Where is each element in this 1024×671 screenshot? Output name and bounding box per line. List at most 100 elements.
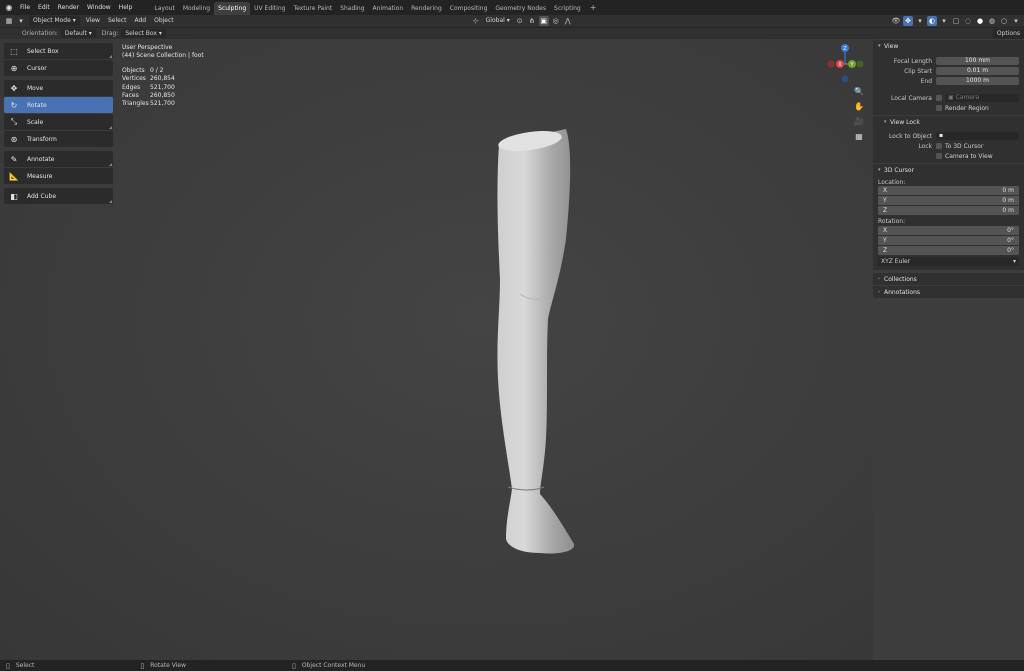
clip-end-field[interactable]: 1000 m [936, 77, 1019, 85]
tool-annotate[interactable]: ✎ Annotate [4, 151, 113, 167]
menu-add[interactable]: Add [130, 16, 150, 26]
pan-hand-icon[interactable]: ✋ [853, 100, 865, 112]
menu-file[interactable]: File [16, 0, 34, 15]
options-button[interactable]: Options [992, 29, 1024, 39]
visibility-icon[interactable]: 👁 [891, 16, 901, 26]
gizmo-neg-y[interactable] [856, 60, 864, 68]
tab-layout[interactable]: Layout [150, 2, 178, 15]
tool-select-box[interactable]: ⬚ Select Box [4, 43, 113, 59]
xray-toggle-icon[interactable]: ▢ [951, 16, 961, 26]
clip-start-field[interactable]: 0.01 m [936, 67, 1019, 75]
tool-rotate[interactable]: ↻ Rotate [4, 97, 113, 113]
gizmo-neg-z[interactable] [841, 75, 849, 83]
view-lock-section-header[interactable]: ▾ View Lock [873, 116, 1024, 128]
3d-viewport[interactable] [0, 39, 873, 660]
zoom-icon[interactable]: 🔍 [853, 85, 865, 97]
tab-animation[interactable]: Animation [369, 2, 408, 15]
field-label: Lock to Object [888, 132, 932, 140]
render-region-checkbox[interactable] [936, 105, 942, 111]
camera-to-view-row[interactable]: Camera to View [873, 151, 1024, 161]
tool-label: Transform [27, 135, 57, 143]
camera-to-view-checkbox[interactable] [936, 153, 942, 159]
location-x-field[interactable]: X 0 m [878, 186, 1019, 195]
tab-texture-paint[interactable]: Texture Paint [289, 2, 336, 15]
annotations-section-header[interactable]: › Annotations [873, 286, 1024, 298]
menu-edit[interactable]: Edit [34, 0, 54, 15]
3d-cursor-section-header[interactable]: ▾ 3D Cursor [873, 164, 1024, 176]
tool-move[interactable]: ✥ Move [4, 80, 113, 96]
tab-uv-editing[interactable]: UV Editing [250, 2, 289, 15]
menu-render[interactable]: Render [54, 0, 83, 15]
menu-help[interactable]: Help [115, 0, 137, 15]
tab-compositing[interactable]: Compositing [446, 2, 492, 15]
navigation-gizmo[interactable]: Z Y X [826, 42, 870, 86]
editor-type-icon[interactable]: ▦ [4, 16, 14, 26]
rotation-z-field[interactable]: Z 0° [878, 246, 1019, 255]
tool-scale[interactable]: ⤡ Scale [4, 114, 113, 130]
focal-length-field[interactable]: 100 mm [936, 57, 1019, 65]
rotation-x-field[interactable]: X 0° [878, 226, 1019, 235]
to-3d-cursor-checkbox[interactable] [936, 143, 942, 149]
overlays-dropdown-icon[interactable]: ▾ [939, 16, 949, 26]
rotation-y-field[interactable]: Y 0° [878, 236, 1019, 245]
local-camera-field[interactable]: ▣ Camera [945, 94, 1019, 102]
stat-key: Objects [122, 66, 145, 74]
orientation-dropdown[interactable]: Default ▾ [60, 29, 96, 38]
pivot-point-icon[interactable]: ⊙ [515, 16, 525, 26]
render-region-row[interactable]: Render Region [873, 103, 1024, 113]
location-y-field[interactable]: Y 0 m [878, 196, 1019, 205]
proportional-edit-icon[interactable]: ◎ [551, 16, 561, 26]
tab-sculpting[interactable]: Sculpting [214, 2, 251, 15]
move-icon: ✥ [10, 83, 18, 93]
field-label: Clip Start [904, 67, 932, 75]
view-section-header[interactable]: ▾ View [873, 40, 1024, 52]
camera-view-icon[interactable]: 🎥 [853, 115, 865, 127]
local-camera-checkbox[interactable] [936, 95, 942, 101]
add-workspace-button[interactable]: + [585, 3, 602, 12]
axis-value: 0° [1007, 227, 1014, 234]
tool-add-cube[interactable]: ◧ Add Cube [4, 188, 113, 204]
tab-rendering[interactable]: Rendering [407, 2, 446, 15]
tool-measure[interactable]: 📐 Measure [4, 168, 113, 184]
snap-icon[interactable]: ⋔ [527, 16, 537, 26]
gizmo-dropdown-icon[interactable]: ▾ [915, 16, 925, 26]
snap-target-icon[interactable]: ▣ [538, 16, 549, 26]
gizmo-neg-x[interactable] [827, 60, 835, 68]
blender-logo-icon[interactable]: ◉ [2, 0, 16, 15]
falloff-icon[interactable]: ⋀ [563, 16, 573, 26]
axis-label: Y [883, 197, 887, 204]
ortho-grid-icon[interactable]: ▦ [853, 130, 865, 142]
tab-modeling[interactable]: Modeling [179, 2, 214, 15]
lock-to-object-field[interactable]: ▪ [936, 132, 1019, 140]
shading-dropdown-icon[interactable]: ▾ [1011, 16, 1021, 26]
solid-shading-icon[interactable]: ● [975, 16, 985, 26]
rotation-mode-dropdown[interactable]: XYZ Euler ▾ [878, 257, 1019, 266]
stat-key: Faces [122, 92, 139, 100]
axis-label: X [883, 227, 888, 234]
tool-cursor[interactable]: ⊕ Cursor [4, 60, 113, 76]
wireframe-shading-icon[interactable]: ◌ [963, 16, 973, 26]
local-camera-row: Local Camera ▣ Camera [873, 93, 1024, 103]
tab-geometry-nodes[interactable]: Geometry Nodes [491, 2, 550, 15]
tab-shading[interactable]: Shading [336, 2, 368, 15]
tab-scripting[interactable]: Scripting [550, 2, 585, 15]
gizmo-toggle-icon[interactable]: ✥ [903, 16, 913, 26]
collections-section-header[interactable]: › Collections [873, 273, 1024, 285]
tool-label: Annotate [27, 155, 55, 163]
material-shading-icon[interactable]: ◍ [987, 16, 997, 26]
transform-orientation-dropdown[interactable]: Global ▾ [482, 16, 514, 26]
drag-dropdown[interactable]: Select Box ▾ [121, 29, 166, 38]
menu-select[interactable]: Select [104, 16, 131, 26]
field-label: Local Camera [890, 94, 932, 102]
menu-window[interactable]: Window [83, 0, 115, 15]
tool-transform[interactable]: ⊛ Transform [4, 131, 113, 147]
overlays-toggle-icon[interactable]: ◐ [927, 16, 937, 26]
menu-object[interactable]: Object [150, 16, 178, 26]
location-z-field[interactable]: Z 0 m [878, 206, 1019, 215]
lock-row: Lock To 3D Cursor [873, 141, 1024, 151]
rendered-shading-icon[interactable]: ○ [999, 16, 1009, 26]
menu-view[interactable]: View [82, 16, 104, 26]
mode-dropdown[interactable]: Object Mode ▾ [29, 16, 80, 26]
stat-row: Objects 0 / 2 [122, 67, 204, 75]
axis-label: X [883, 187, 888, 194]
